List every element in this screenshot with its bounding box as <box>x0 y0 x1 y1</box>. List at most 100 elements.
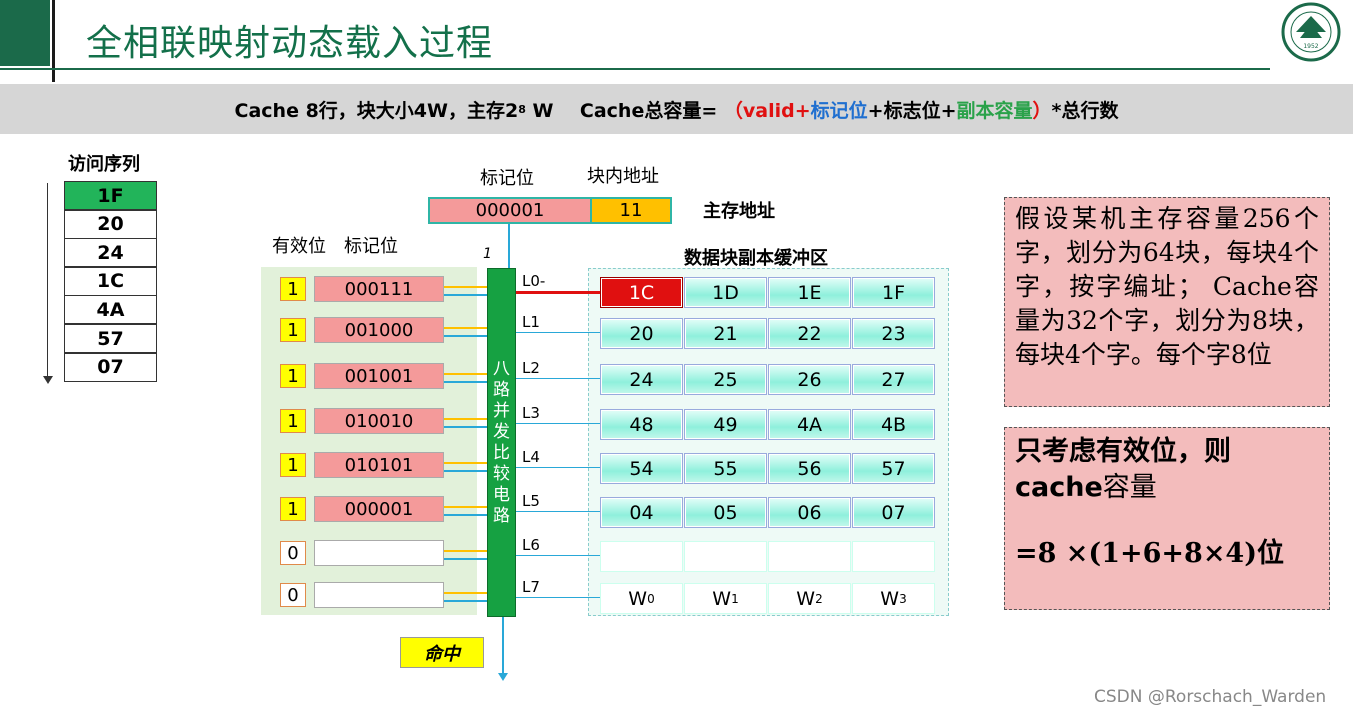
address-tag-box: 000001 <box>428 197 590 224</box>
data-cell-value: 24 <box>629 368 654 391</box>
line-connector <box>516 291 602 294</box>
valid-bit: 1 <box>280 277 306 301</box>
sequence-arrow <box>47 183 48 379</box>
comparator-char: 电 <box>493 484 510 505</box>
address-offset-box: 11 <box>590 197 672 224</box>
data-cell-value: 48 <box>629 413 654 436</box>
tag-line-blue <box>444 600 487 602</box>
data-cell-value: 22 <box>797 322 822 345</box>
sequence-item: 4A <box>64 295 157 325</box>
data-cell: 07 <box>852 497 935 528</box>
sequence-item: 57 <box>64 324 157 353</box>
banner-text-8: *总行数 <box>1051 99 1119 122</box>
comparator-char: 发 <box>493 421 510 442</box>
info-box-assumption: 假设某机主存容量256个字，划分为64块，每块4个字，按字编址； Cache容量… <box>1004 197 1330 407</box>
banner-tag-term: 标记位 <box>810 99 868 122</box>
address-offset-header: 块内地址 <box>587 166 659 187</box>
valid-bit: 1 <box>280 364 306 388</box>
tag-line-orange <box>444 327 487 329</box>
data-cell: 1D <box>684 277 767 308</box>
data-cell: 22 <box>768 318 851 349</box>
data-cell: 56 <box>768 453 851 484</box>
data-cell-value: 21 <box>713 322 738 345</box>
data-cell-value: 20 <box>629 322 654 345</box>
info-capacity-cache: cache <box>1015 472 1103 503</box>
sequence-item: 1F <box>64 181 157 210</box>
tag-cell: 010010 <box>314 408 444 434</box>
word-index: 3 <box>899 591 907 606</box>
valid-bit: 0 <box>280 583 306 607</box>
data-cell-value: 06 <box>797 501 822 524</box>
banner-text-1: Cache 8行，块大小4W，主存2 <box>234 99 519 122</box>
sequence-item: 1C <box>64 266 157 296</box>
data-cell <box>684 541 767 572</box>
address-tag-value: 000001 <box>475 200 545 221</box>
line-label: L2 <box>522 359 540 377</box>
data-cell-value: 05 <box>713 501 738 524</box>
data-cell-value: 4A <box>796 413 823 436</box>
tag-line-blue <box>444 558 487 560</box>
tag-header: 标记位 <box>344 236 398 257</box>
tag-cell: 000001 <box>314 496 444 522</box>
line-label: L5 <box>522 492 540 510</box>
valid-bit: 1 <box>280 409 306 433</box>
tag-line-orange <box>444 286 487 288</box>
data-cell-value: 56 <box>797 457 822 480</box>
line-label: L7 <box>522 578 540 596</box>
tag-cell <box>314 582 444 608</box>
data-cell-value: W <box>880 587 900 610</box>
sequence-arrow-head <box>43 376 53 384</box>
data-cell: 4B <box>852 409 935 440</box>
data-cell-value: 57 <box>881 457 906 480</box>
tag-line-blue <box>444 294 487 296</box>
data-cell-value: W <box>796 587 816 610</box>
tag-cell: 010101 <box>314 452 444 478</box>
data-cell-value: 25 <box>713 368 738 391</box>
word-index: 0 <box>647 591 655 606</box>
info-capacity-unit: 容量 <box>1102 472 1157 503</box>
comparator-char: 路 <box>493 379 510 400</box>
tag-cell: 000111 <box>314 276 444 302</box>
banner-sup: 8 <box>518 102 526 116</box>
line-connector <box>516 332 602 333</box>
data-cell: 49 <box>684 409 767 440</box>
comparator-char: 并 <box>493 400 510 421</box>
data-cell: 25 <box>684 364 767 395</box>
address-to-comparator-line <box>508 224 510 269</box>
tag-cell <box>314 540 444 566</box>
data-cell: 4A <box>768 409 851 440</box>
data-cell: 1F <box>852 277 935 308</box>
tag-line-blue <box>444 335 487 337</box>
data-cell-value: 1F <box>881 281 906 304</box>
data-cell: 23 <box>852 318 935 349</box>
valid-bit: 1 <box>280 318 306 342</box>
data-cell-value: 26 <box>797 368 822 391</box>
hit-label-text: 命中 <box>424 643 460 665</box>
banner-copy-term: 副本容量 <box>956 99 1033 122</box>
data-cell-value: 55 <box>713 457 738 480</box>
data-cell: 24 <box>600 364 683 395</box>
data-cell-value: 27 <box>881 368 906 391</box>
hit-output-line <box>502 617 504 675</box>
comparator-char: 路 <box>493 505 510 526</box>
header-bar-dark <box>0 0 50 66</box>
sequence-item: 07 <box>64 352 157 382</box>
banner-text-5: +标志位+ <box>867 99 957 122</box>
sequence-heading: 访问序列 <box>68 154 140 175</box>
data-cell: W2 <box>768 583 851 614</box>
tag-line-orange <box>444 506 487 508</box>
hit-output-arrowhead <box>498 673 508 681</box>
sequence-item: 24 <box>64 238 157 268</box>
banner-text-2: W Cache总容量= <box>525 99 724 122</box>
data-cell: 55 <box>684 453 767 484</box>
address-offset-value: 11 <box>619 200 643 221</box>
line-label: L6 <box>522 536 540 554</box>
data-cell-value: 54 <box>629 457 654 480</box>
tag-line-blue <box>444 514 487 516</box>
info-capacity-line1: 只考虑有效位，则 <box>1015 436 1231 467</box>
comparator-circuit: 八路并发比较电路 <box>487 268 516 617</box>
comparator-char: 较 <box>493 463 510 484</box>
data-cell: 21 <box>684 318 767 349</box>
main-address-label: 主存地址 <box>703 201 775 222</box>
line-connector <box>516 511 602 512</box>
